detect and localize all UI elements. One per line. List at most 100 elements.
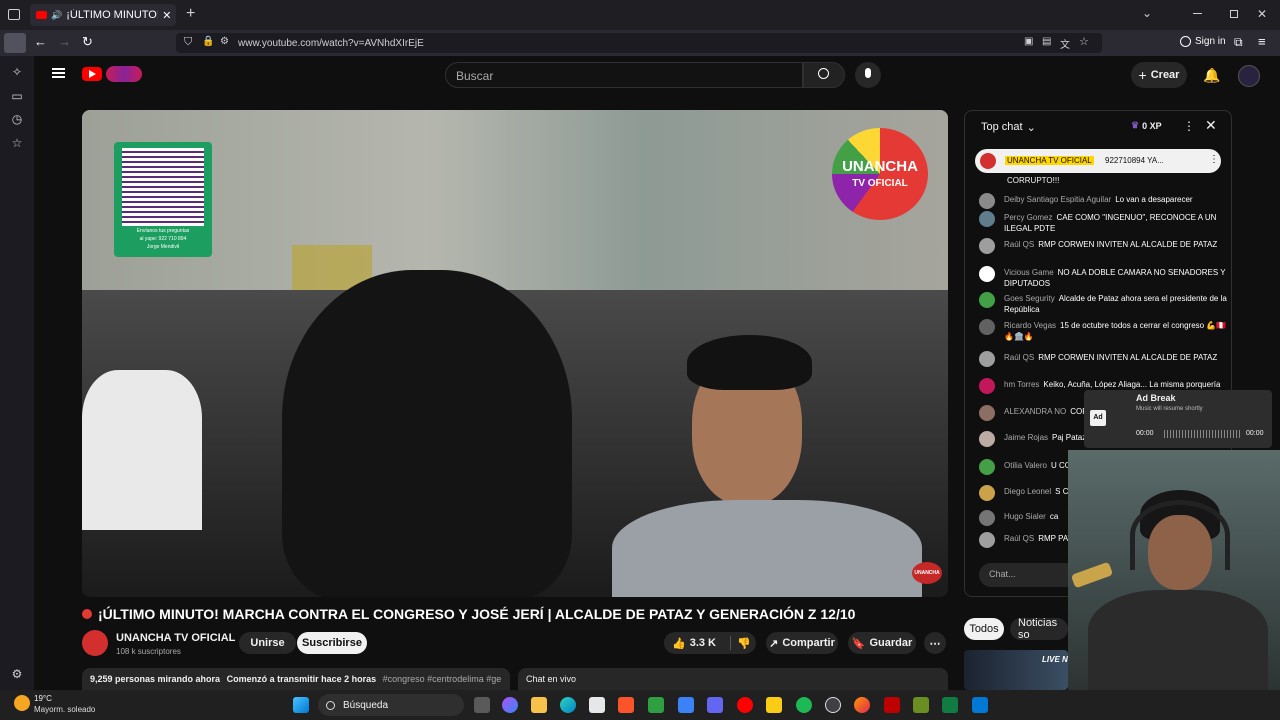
sidebar-toggle-icon[interactable]: [4, 33, 26, 53]
close-window-icon[interactable]: ✕: [1257, 7, 1267, 21]
avatar[interactable]: [1238, 65, 1260, 87]
chat-avatar[interactable]: [979, 193, 995, 209]
chat-author[interactable]: Otilia Valero: [1004, 461, 1047, 470]
tab-close-icon[interactable]: ✕: [162, 9, 171, 22]
chat-avatar[interactable]: [979, 351, 995, 367]
extensions-icon[interactable]: ⧉: [1234, 35, 1243, 50]
recommendation-thumbnail[interactable]: LIVE NO: [964, 650, 1068, 690]
permissions-icon[interactable]: ⚙: [220, 36, 229, 47]
picture-in-picture-icon[interactable]: ▣: [1024, 36, 1033, 47]
task-view-icon[interactable]: [474, 697, 490, 713]
brave-icon[interactable]: [618, 697, 634, 713]
weather-icon[interactable]: [14, 695, 30, 711]
live-chat-bar[interactable]: Chat en vivo: [518, 668, 948, 690]
reader-view-icon[interactable]: ▤: [1042, 36, 1051, 47]
ai-sparkle-icon[interactable]: ✧: [10, 65, 24, 79]
chat-author[interactable]: Goes Segurity: [1004, 294, 1055, 303]
weather-temp[interactable]: 19°C: [34, 694, 52, 703]
weather-desc[interactable]: Mayorm. soleado: [34, 705, 95, 714]
taskbar-search[interactable]: Búsqueda: [318, 694, 464, 716]
hashtags[interactable]: #congreso #centrodelima #ge: [383, 674, 502, 684]
edge-icon[interactable]: [560, 697, 576, 713]
tab-dropdown-icon[interactable]: ⌄: [1142, 6, 1152, 20]
chat-avatar[interactable]: [979, 238, 995, 254]
chat-avatar[interactable]: [979, 510, 995, 526]
xbox-icon[interactable]: [648, 697, 664, 713]
browser-tab[interactable]: 🔊 ¡ÚLTIMO MINUTO! MAR ✕: [30, 4, 176, 26]
back-icon[interactable]: ←: [34, 34, 47, 49]
copilot-icon[interactable]: [502, 697, 518, 713]
save-button[interactable]: 🔖 Guardar: [848, 632, 916, 654]
chat-author[interactable]: Raúl QS: [1004, 534, 1034, 543]
translate-icon[interactable]: 文: [1060, 36, 1070, 51]
chat-avatar[interactable]: [979, 378, 995, 394]
bookmark-star-icon[interactable]: ☆: [1079, 35, 1089, 48]
lock-icon[interactable]: 🔒: [202, 36, 214, 47]
obs-icon[interactable]: [825, 697, 841, 713]
chat-close-icon[interactable]: ✕: [1205, 117, 1217, 134]
reload-icon[interactable]: ↻: [82, 34, 93, 50]
pinned-more-icon[interactable]: ⋮: [1209, 154, 1219, 165]
restore-icon[interactable]: [1230, 10, 1238, 18]
tab-list-icon[interactable]: [8, 9, 20, 20]
chat-author[interactable]: ALEXANDRA NO: [1004, 407, 1066, 416]
description-box[interactable]: 9,259 personas mirando ahora Comenzó a t…: [82, 668, 510, 690]
firefox-icon[interactable]: [854, 697, 870, 713]
chat-avatar[interactable]: [979, 485, 995, 501]
more-actions-button[interactable]: ⋯: [924, 632, 946, 654]
chat-avatar[interactable]: [979, 431, 995, 447]
notes-icon[interactable]: [766, 697, 782, 713]
chat-author[interactable]: Hugo Sialer: [1004, 512, 1046, 521]
youtube-logo[interactable]: [82, 67, 102, 81]
channel-name[interactable]: UNANCHA TV OFICIAL: [116, 632, 235, 644]
share-button[interactable]: ↗ Compartir: [766, 632, 838, 654]
search-button[interactable]: [803, 62, 845, 88]
chat-avatar[interactable]: [979, 292, 995, 308]
notifications-bell-icon[interactable]: 🔔: [1203, 67, 1220, 84]
voice-search-button[interactable]: [855, 62, 881, 88]
chat-author[interactable]: Ricardo Vegas: [1004, 321, 1056, 330]
chip-all[interactable]: Todos: [964, 618, 1004, 640]
excel-icon[interactable]: [942, 697, 958, 713]
chat-avatar[interactable]: [979, 532, 995, 548]
windows-start-icon[interactable]: [293, 697, 309, 713]
xp-badge[interactable]: ♛ 0 XP: [1131, 120, 1162, 131]
chip-news[interactable]: Noticias so: [1010, 617, 1068, 641]
chat-author[interactable]: Percy Gomez: [1004, 213, 1052, 222]
chat-avatar[interactable]: [979, 459, 995, 475]
thumbs-down-icon[interactable]: 👎: [737, 637, 751, 650]
forward-icon[interactable]: →: [58, 34, 71, 49]
search-input[interactable]: Buscar: [445, 62, 803, 88]
chat-author[interactable]: Deiby Santiago Espitia Aguilar: [1004, 195, 1111, 204]
minecraft-icon[interactable]: [913, 697, 929, 713]
chat-more-icon[interactable]: ⋮: [1183, 119, 1195, 133]
filezilla-icon[interactable]: [884, 697, 900, 713]
menu-icon[interactable]: ≡: [1258, 34, 1266, 49]
chat-author[interactable]: hm Torres: [1004, 380, 1039, 389]
new-tab-icon[interactable]: +: [186, 5, 195, 23]
chat-author[interactable]: Vicious Game: [1004, 268, 1054, 277]
chat-author[interactable]: Diego Leonel: [1004, 487, 1051, 496]
chat-avatar[interactable]: [979, 319, 995, 335]
bookmarks-icon[interactable]: ☆: [10, 136, 24, 150]
subscribe-button[interactable]: Suscribirse: [297, 632, 367, 654]
join-button[interactable]: Unirse: [239, 632, 296, 654]
youtube-app-icon[interactable]: [737, 697, 753, 713]
create-button[interactable]: + Crear: [1131, 62, 1187, 88]
store-icon[interactable]: [589, 697, 605, 713]
channel-avatar[interactable]: [82, 630, 108, 656]
file-explorer-icon[interactable]: [531, 697, 547, 713]
chat-author[interactable]: Raúl QS: [1004, 353, 1034, 362]
url-bar[interactable]: ⛉ 🔒 ⚙ www.youtube.com/watch?v=AVNhdXIrEj…: [176, 33, 1102, 53]
chat-mode-dropdown[interactable]: Top chat ⌄: [981, 121, 1036, 134]
shield-icon[interactable]: ⛉: [184, 36, 192, 49]
minimize-icon[interactable]: [1193, 13, 1202, 14]
chat-avatar[interactable]: [979, 405, 995, 421]
security-shield-icon[interactable]: [678, 697, 694, 713]
chat-author[interactable]: Jaime Rojas: [1004, 433, 1048, 442]
hamburger-icon[interactable]: [52, 68, 65, 78]
like-button[interactable]: 👍 3.3 K: [672, 637, 716, 650]
app-icon[interactable]: [707, 697, 723, 713]
chat-avatar[interactable]: [979, 211, 995, 227]
chat-author[interactable]: Raúl QS: [1004, 240, 1034, 249]
